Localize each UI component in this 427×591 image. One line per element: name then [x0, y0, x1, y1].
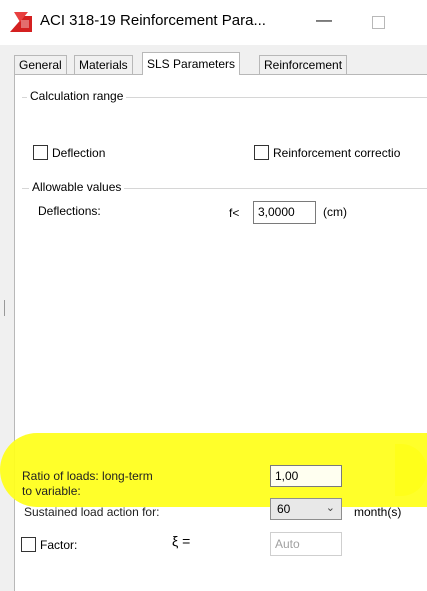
tab-sls-parameters[interactable]: SLS Parameters [142, 52, 241, 75]
ratio-of-loads-label-line2: to variable: [22, 484, 81, 498]
background-window-edge [0, 300, 5, 316]
deflection-limit-input[interactable]: 3,0000 [253, 201, 316, 224]
app-logo-icon [10, 12, 32, 32]
minimize-button[interactable]: — [312, 10, 336, 34]
maximize-button[interactable] [372, 16, 385, 29]
deflections-label: Deflections: [38, 204, 101, 218]
deflection-label: Deflection [52, 146, 106, 160]
tab-general[interactable]: General [14, 55, 67, 74]
calculation-range-label: Calculation range [27, 89, 127, 103]
allowable-values-label: Allowable values [29, 180, 125, 194]
f-limit-label: f< [229, 206, 240, 220]
deflection-unit-label: (cm) [323, 205, 347, 219]
factor-label: Factor: [40, 538, 78, 552]
window-title: ACI 318-19 Reinforcement Para... [40, 12, 266, 29]
chevron-down-icon: ⌄ [325, 502, 335, 514]
sustained-load-unit: month(s) [354, 505, 402, 519]
reinforcement-correction-label: Reinforcement correctio [273, 146, 401, 160]
ratio-of-loads-label: Ratio of loads: long-term [22, 469, 153, 483]
factor-checkbox[interactable] [21, 537, 36, 552]
ratio-of-loads-input[interactable]: 1,00 [270, 465, 342, 487]
title-bar: ACI 318-19 Reinforcement Para... — [0, 0, 427, 45]
sustained-load-label: Sustained load action for: [24, 505, 160, 519]
reinforcement-correction-checkbox[interactable] [254, 145, 269, 160]
xi-symbol: ξ = [172, 533, 191, 549]
factor-value-input[interactable]: Auto [270, 532, 342, 556]
sustained-load-value: 60 [277, 502, 291, 516]
sustained-load-select[interactable]: 60 ⌄ [270, 498, 342, 520]
tab-reinforcement[interactable]: Reinforcement [259, 55, 348, 74]
tab-materials[interactable]: Materials [74, 55, 133, 74]
deflection-checkbox[interactable] [33, 145, 48, 160]
